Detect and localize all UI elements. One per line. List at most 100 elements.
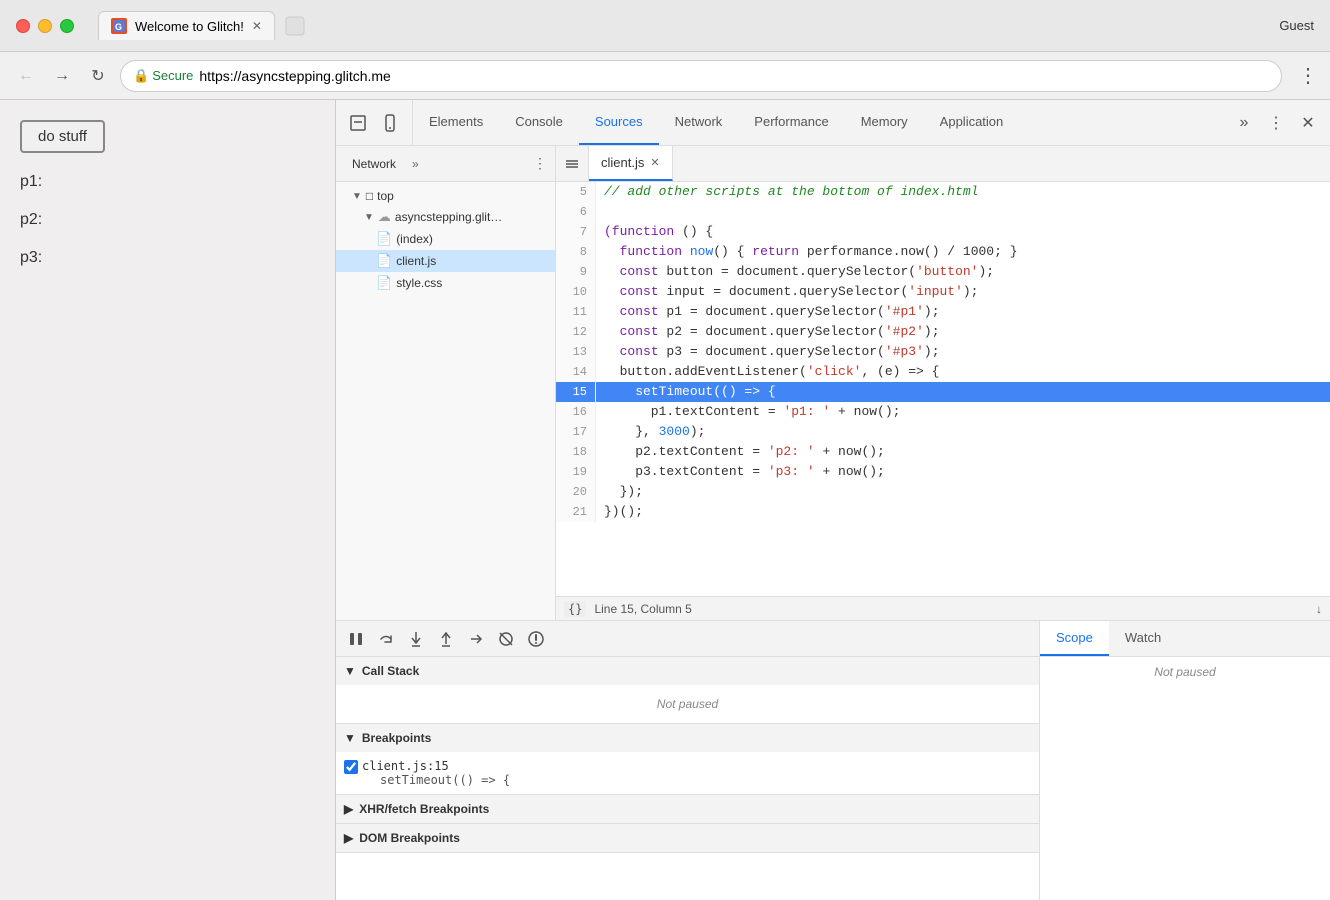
xhr-breakpoints-header[interactable]: ▶ XHR/fetch Breakpoints	[336, 795, 1039, 823]
tab-memory[interactable]: Memory	[845, 100, 924, 145]
browser-content: do stuff p1: p2: p3:	[0, 100, 335, 900]
more-tabs-icon[interactable]: »	[1230, 109, 1258, 137]
url-bar[interactable]: 🔒 Secure https://asyncstepping.glitch.me	[120, 60, 1282, 92]
tab-favicon: G	[111, 18, 127, 34]
scope-tabs: Scope Watch	[1040, 621, 1330, 657]
devtools-panel: Elements Console Sources Network Perform…	[335, 100, 1330, 900]
tab-performance[interactable]: Performance	[738, 100, 844, 145]
editor-tabs: client.js ✕	[556, 146, 1330, 182]
file-clientjs-label: client.js	[396, 254, 436, 268]
breakpoint-checkbox[interactable]	[344, 760, 358, 774]
not-paused-label: Not paused	[344, 689, 1031, 719]
secure-badge: 🔒 Secure	[133, 68, 193, 84]
p1-label: p1:	[20, 173, 315, 191]
inspect-element-icon[interactable]	[344, 109, 372, 137]
forward-button[interactable]: →	[48, 62, 76, 90]
tab-console[interactable]: Console	[499, 100, 579, 145]
code-editor: client.js ✕ 5 // add other scripts at th…	[556, 146, 1330, 620]
css-file-icon: 📄	[376, 275, 392, 291]
mobile-icon[interactable]	[376, 109, 404, 137]
format-button[interactable]: {}	[564, 601, 586, 617]
scope-watch-panel: Scope Watch Not paused	[1040, 621, 1330, 900]
dom-breakpoints-header[interactable]: ▶ DOM Breakpoints	[336, 824, 1039, 852]
new-tab-button[interactable]	[279, 10, 311, 42]
more-tabs-button[interactable]: »	[412, 157, 419, 171]
debug-left: ▼ Call Stack Not paused ▼ Breakpoints	[336, 621, 1040, 900]
file-index[interactable]: 📄 (index)	[336, 228, 555, 250]
tab-elements[interactable]: Elements	[413, 100, 499, 145]
tab-bar: G Welcome to Glitch! ✕	[98, 10, 1271, 42]
tab-application[interactable]: Application	[924, 100, 1020, 145]
editor-toggle-button[interactable]	[556, 146, 589, 181]
watch-tab[interactable]: Watch	[1109, 621, 1177, 656]
scope-tab[interactable]: Scope	[1040, 621, 1109, 656]
tab-network[interactable]: Network	[659, 100, 739, 145]
status-bar: {} Line 15, Column 5 ↓	[556, 596, 1330, 620]
breakpoints-header[interactable]: ▼ Breakpoints	[336, 724, 1039, 752]
call-stack-section: ▼ Call Stack Not paused	[336, 657, 1039, 724]
editor-tab-close-icon[interactable]: ✕	[650, 156, 659, 169]
file-index-label: (index)	[396, 232, 433, 246]
file-clientjs[interactable]: 📄 client.js	[336, 250, 555, 272]
devtools-close-icon[interactable]: ✕	[1294, 109, 1322, 137]
code-line: 8 function now() { return performance.no…	[556, 242, 1330, 262]
breakpoint-code: setTimeout(() => {	[362, 773, 510, 787]
code-line: 14 button.addEventListener('click', (e) …	[556, 362, 1330, 382]
guest-label: Guest	[1279, 18, 1314, 33]
devtools-settings-icon[interactable]: ⋮	[1262, 109, 1290, 137]
maximize-button[interactable]	[60, 19, 74, 33]
traffic-lights	[16, 19, 74, 33]
url-text: https://asyncstepping.glitch.me	[199, 68, 390, 84]
back-button[interactable]: ←	[12, 62, 40, 90]
breakpoints-arrow-icon: ▼	[344, 731, 356, 745]
code-line: 16 p1.textContent = 'p1: ' + now();	[556, 402, 1330, 422]
call-stack-body: Not paused	[336, 685, 1039, 723]
html-file-icon: 📄	[376, 231, 392, 247]
code-area[interactable]: 5 // add other scripts at the bottom of …	[556, 182, 1330, 596]
dom-breakpoints-label: DOM Breakpoints	[359, 831, 460, 845]
devtools-topbar: Elements Console Sources Network Perform…	[336, 100, 1330, 146]
browser-menu-button[interactable]: ⋮	[1298, 63, 1318, 88]
do-stuff-button[interactable]: do stuff	[20, 120, 105, 153]
step-over-button[interactable]	[374, 627, 398, 651]
editor-tab-clientjs[interactable]: client.js ✕	[589, 146, 673, 181]
breakpoints-label: Breakpoints	[362, 731, 431, 745]
devtools-icons	[336, 100, 413, 145]
folder-domain[interactable]: ▼ ☁ asyncstepping.glit…	[336, 206, 555, 228]
browser-tab[interactable]: G Welcome to Glitch! ✕	[98, 11, 275, 40]
ft-action-dots[interactable]: ⋮	[533, 155, 547, 172]
pause-button[interactable]	[344, 627, 368, 651]
breakpoint-file: client.js:15	[362, 759, 510, 773]
devtools-actions: » ⋮ ✕	[1222, 100, 1330, 145]
ft-actions: ⋮	[533, 155, 547, 172]
status-arrow-icon[interactable]: ↓	[1316, 602, 1322, 616]
reload-button[interactable]: ↻	[84, 62, 112, 90]
arrow-down-icon: ▼	[352, 191, 362, 202]
code-line: 10 const input = document.querySelector(…	[556, 282, 1330, 302]
folder-top-label: top	[377, 189, 394, 203]
code-line: 20 });	[556, 482, 1330, 502]
code-line: 7 (function () {	[556, 222, 1330, 242]
code-line-15-highlighted[interactable]: 15 setTimeout(() => {	[556, 382, 1330, 402]
dom-arrow-icon: ▶	[344, 831, 353, 845]
devtools-body: Network » ⋮ ▼ □ top	[336, 146, 1330, 900]
file-stylecss[interactable]: 📄 style.css	[336, 272, 555, 294]
p3-label: p3:	[20, 249, 315, 267]
deactivate-breakpoints-button[interactable]	[494, 627, 518, 651]
file-tree-header: Network » ⋮	[336, 146, 555, 182]
tab-sources[interactable]: Sources	[579, 100, 659, 145]
tab-close-button[interactable]: ✕	[252, 19, 262, 33]
call-stack-header[interactable]: ▼ Call Stack	[336, 657, 1039, 685]
pause-on-exceptions-button[interactable]	[524, 627, 548, 651]
close-button[interactable]	[16, 19, 30, 33]
step-out-button[interactable]	[434, 627, 458, 651]
js-file-icon: 📄	[376, 253, 392, 269]
step-button[interactable]	[464, 627, 488, 651]
step-into-button[interactable]	[404, 627, 428, 651]
network-tab[interactable]: Network	[344, 153, 404, 175]
folder-top[interactable]: ▼ □ top	[336, 186, 555, 206]
code-line: 17 }, 3000);	[556, 422, 1330, 442]
file-stylecss-label: style.css	[396, 276, 442, 290]
minimize-button[interactable]	[38, 19, 52, 33]
svg-text:G: G	[115, 22, 122, 32]
